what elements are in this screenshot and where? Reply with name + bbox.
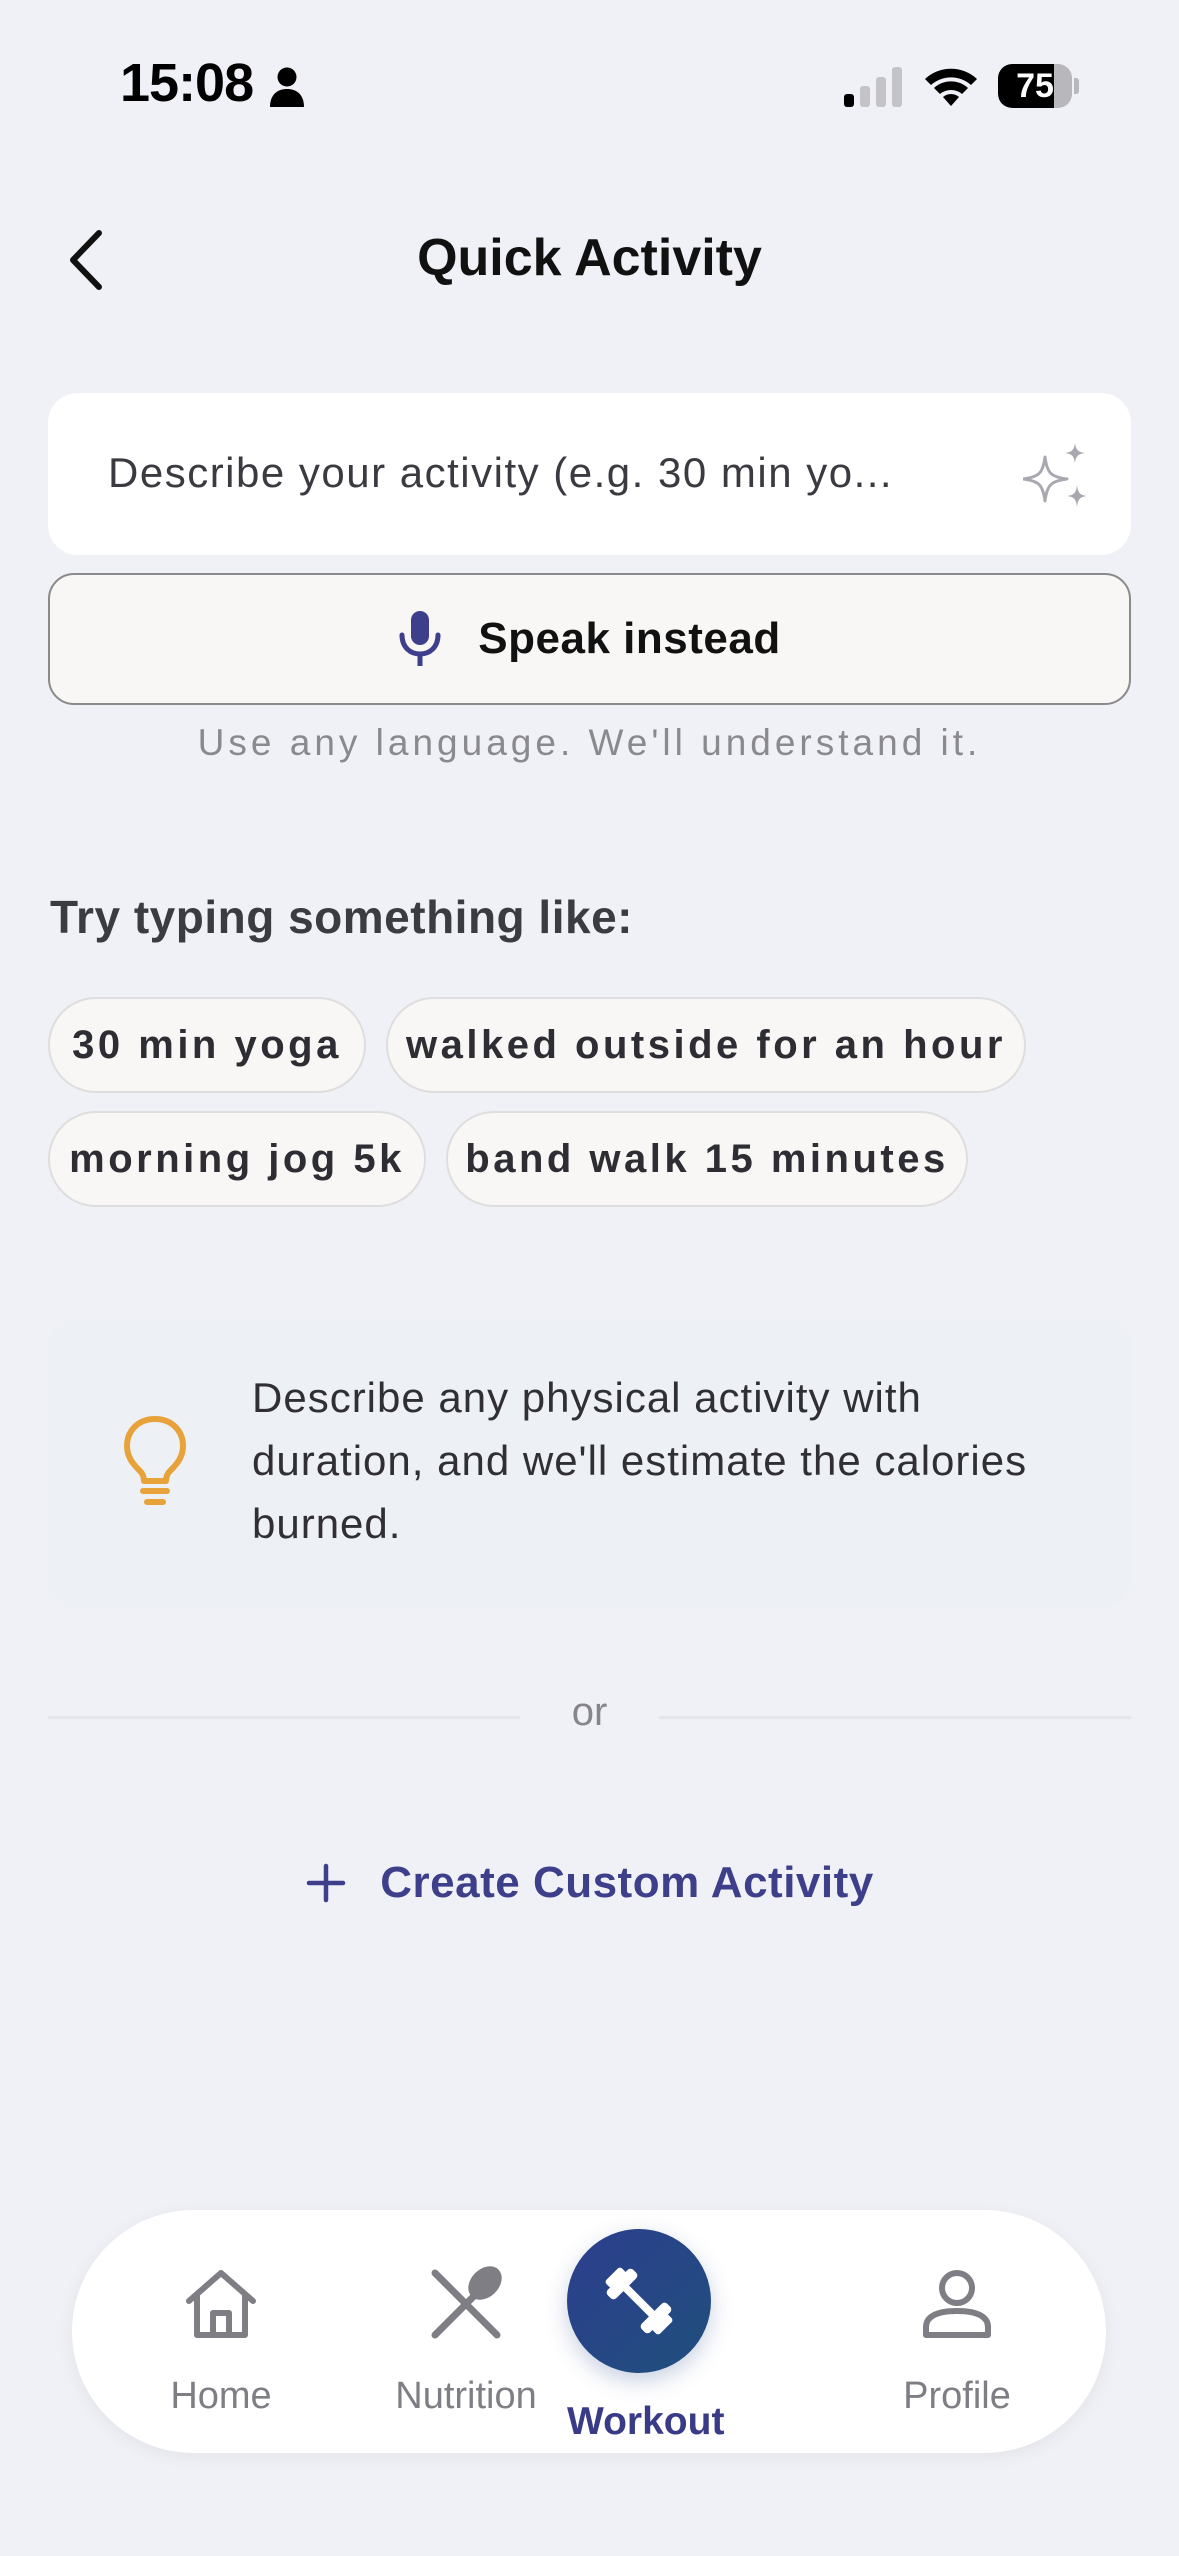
page-title: Quick Activity [417, 229, 762, 287]
fork-spoon-icon [431, 2266, 502, 2339]
speak-instead-label: Speak instead [478, 614, 781, 663]
lightbulb-icon [124, 1416, 186, 1505]
suggestions-heading: Try typing something like: [50, 891, 633, 943]
cellular-signal-icon [844, 67, 902, 107]
tab-profile[interactable]: Profile [857, 2210, 1057, 2453]
divider-line-right [659, 1716, 1131, 1719]
suggestion-chip[interactable]: band walk 15 minutes [446, 1111, 968, 1207]
divider-or-text: or [571, 1690, 608, 1734]
create-custom-activity-button[interactable]: Create Custom Activity [300, 1838, 880, 1928]
status-bar: 15:08 75 [0, 0, 1179, 180]
tab-workout[interactable] [567, 2229, 711, 2373]
sparkle-icon[interactable] [1023, 443, 1093, 513]
quick-activity-screen: 15:08 75 Quick Activity Describe your ac… [0, 0, 1179, 2556]
create-custom-activity-label: Create Custom Activity [380, 1858, 874, 1907]
battery-indicator: 75 [998, 64, 1079, 108]
status-time: 15:08 [120, 53, 254, 113]
suggestion-chip[interactable]: walked outside for an hour [386, 997, 1026, 1093]
speak-instead-button[interactable]: Speak instead [48, 573, 1131, 705]
battery-level-text: 75 [1016, 67, 1054, 105]
activity-input-card [48, 393, 1131, 555]
helper-text: Use any language. We'll understand it. [197, 722, 982, 763]
activity-input[interactable] [108, 433, 1008, 513]
suggestion-chip[interactable]: morning jog 5k [48, 1111, 426, 1207]
home-icon [186, 2270, 256, 2338]
tab-nutrition[interactable]: Nutrition [366, 2210, 566, 2453]
tip-card: Describe any physical activity with dura… [48, 1318, 1131, 1608]
tab-home-label: Home [170, 2375, 272, 2417]
tab-workout-label[interactable]: Workout [567, 2400, 724, 2444]
tab-home[interactable]: Home [121, 2210, 321, 2453]
person-icon [270, 67, 304, 107]
tab-nutrition-label: Nutrition [395, 2375, 537, 2417]
dumbbell-icon [605, 2267, 673, 2335]
tab-profile-label: Profile [903, 2375, 1011, 2417]
plus-icon [307, 1863, 346, 1903]
tip-text: Describe any physical activity with dura… [252, 1374, 1028, 1547]
person-icon [923, 2270, 991, 2338]
microphone-icon [399, 611, 441, 666]
wifi-icon [925, 68, 977, 106]
suggestion-chip[interactable]: 30 min yoga [48, 997, 366, 1093]
